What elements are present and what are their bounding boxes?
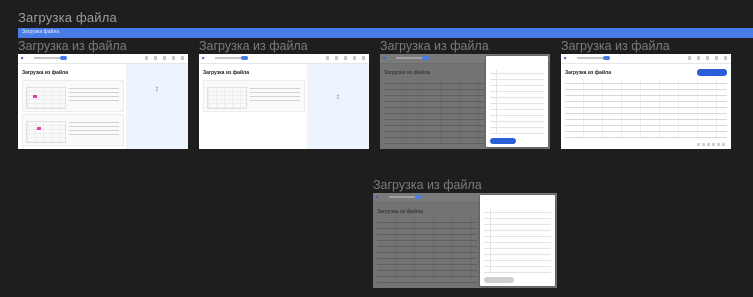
upload-icon: ⇪ (335, 95, 341, 101)
frame-label[interactable]: Загрузка из файла (380, 39, 489, 53)
table-columns (384, 78, 484, 144)
file-card[interactable] (22, 114, 124, 146)
logo: ◼ (376, 195, 379, 199)
frame-table-with-modal[interactable]: ◼ Загрузка из файла (380, 54, 550, 149)
highlight-cell (37, 127, 41, 130)
file-card[interactable] (203, 80, 305, 112)
frame-label[interactable]: Загрузка из файла (373, 178, 482, 192)
upload-icon: ⇪ (154, 87, 160, 93)
active-tab[interactable] (241, 56, 248, 60)
drop-zone[interactable]: ⇪ (126, 64, 188, 149)
logo: ◼ (202, 56, 205, 60)
import-modal[interactable] (480, 195, 555, 286)
drop-zone[interactable]: ⇪ (307, 64, 369, 149)
active-tab[interactable] (415, 195, 422, 199)
modal-column-divider (490, 209, 491, 273)
file-description (69, 87, 119, 101)
logo: ◼ (564, 56, 567, 60)
page-title: Загрузка из файла (203, 70, 249, 76)
toolbar-icons[interactable] (326, 56, 366, 60)
modal-rows (484, 209, 551, 273)
canvas-title: Загрузка файла (18, 10, 117, 25)
page-title: Загрузка из файла (377, 209, 423, 215)
data-table[interactable] (377, 217, 477, 283)
file-card[interactable] (22, 80, 124, 112)
frame-label[interactable]: Загрузка из файла (199, 39, 308, 53)
frame-table[interactable]: ◼ Загрузка из файла (561, 54, 731, 149)
upload-button[interactable] (697, 69, 727, 76)
nav-links[interactable] (396, 57, 422, 59)
file-description (69, 121, 119, 135)
banner-label: Загрузка файла (22, 29, 59, 35)
table-columns (377, 217, 477, 283)
import-modal[interactable] (486, 56, 548, 147)
data-table[interactable] (384, 78, 484, 144)
top-bar: ◼ (18, 54, 188, 64)
logo: ◼ (21, 56, 24, 60)
file-preview-grid (26, 87, 66, 109)
file-preview-grid (26, 121, 66, 143)
logo: ◼ (383, 56, 386, 60)
toolbar-icons[interactable] (145, 56, 185, 60)
frame-upload-two-cards[interactable]: ◼ Загрузка из файла ⇪ (18, 54, 188, 149)
frame-table-with-modal-disabled[interactable]: ◼ Загрузка из файла (373, 193, 557, 288)
file-preview-grid (207, 87, 247, 109)
active-tab[interactable] (60, 56, 67, 60)
page-title: Загрузка из файла (384, 70, 430, 76)
active-tab[interactable] (603, 56, 610, 60)
page-title: Загрузка из файла (22, 70, 68, 76)
nav-links[interactable] (34, 57, 60, 59)
modal-rows (490, 70, 544, 134)
top-bar: ◼ (561, 54, 731, 64)
frame-label[interactable]: Загрузка из файла (561, 39, 670, 53)
data-table[interactable] (565, 78, 727, 138)
top-bar: ◼ (199, 54, 369, 64)
page-title: Загрузка из файла (565, 70, 611, 76)
nav-links[interactable] (215, 57, 241, 59)
frame-label[interactable]: Загрузка из файла (18, 39, 127, 53)
nav-links[interactable] (577, 57, 603, 59)
table-columns (565, 78, 727, 138)
confirm-button-disabled[interactable] (484, 277, 514, 283)
nav-links[interactable] (389, 196, 415, 198)
file-description (250, 87, 300, 101)
toolbar-icons[interactable] (688, 56, 728, 60)
highlight-cell (33, 95, 37, 98)
confirm-button[interactable] (490, 138, 516, 144)
modal-column-divider (496, 70, 497, 134)
frame-upload-one-card[interactable]: ◼ Загрузка из файла ⇪ (199, 54, 369, 149)
active-tab[interactable] (422, 56, 429, 60)
pagination[interactable] (697, 143, 727, 146)
section-banner[interactable]: Загрузка файла (18, 28, 753, 38)
